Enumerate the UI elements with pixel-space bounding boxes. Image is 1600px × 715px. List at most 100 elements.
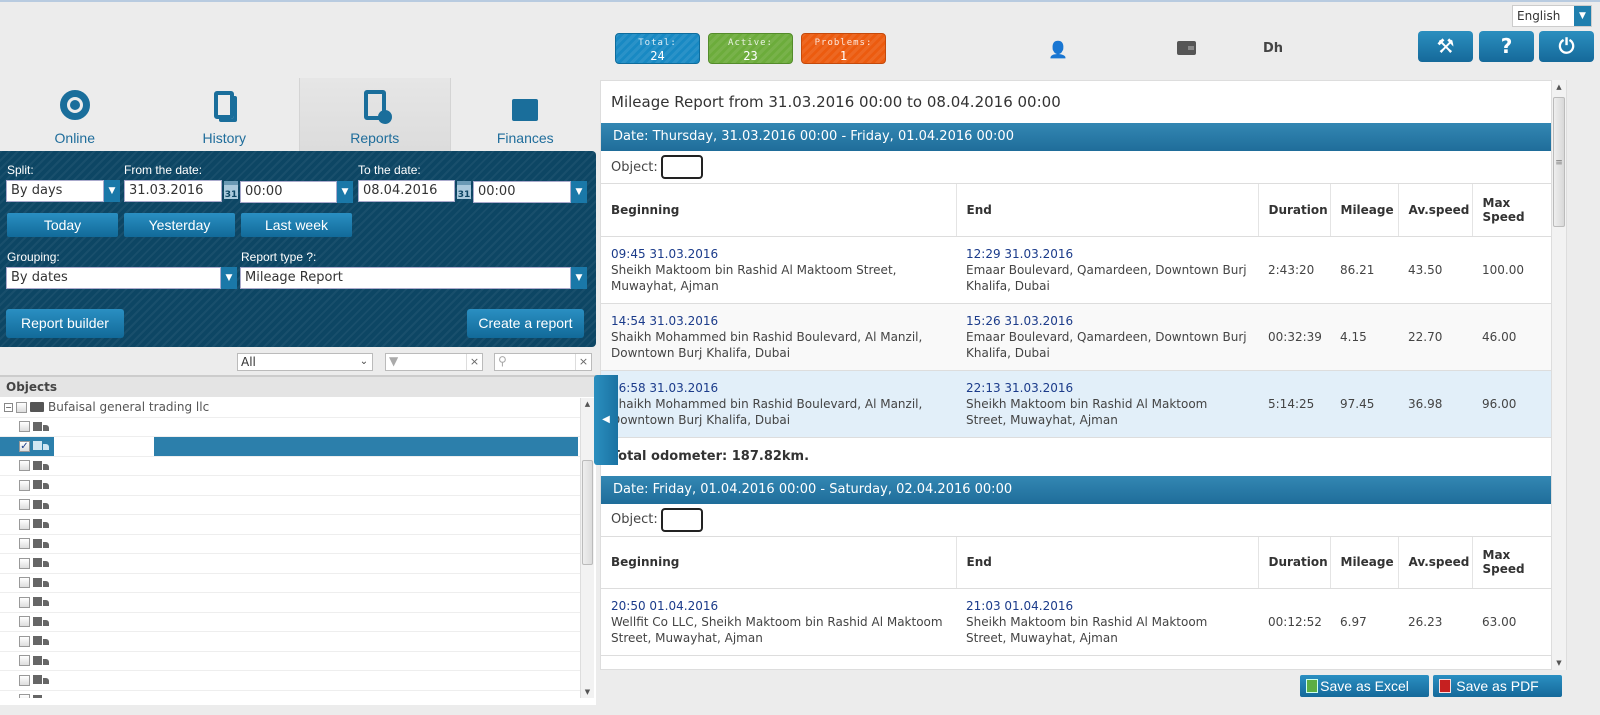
calendar-icon[interactable]: 31 <box>224 181 238 200</box>
object-checkbox[interactable] <box>19 635 30 647</box>
collapse-icon[interactable]: − <box>4 402 13 412</box>
object-row[interactable] <box>0 691 580 698</box>
active-badge[interactable]: Active: 23 <box>708 33 793 64</box>
object-checkbox[interactable] <box>19 655 30 667</box>
chevron-down-icon[interactable]: ▼ <box>571 267 587 289</box>
tab-history[interactable]: History <box>150 78 300 151</box>
object-row[interactable] <box>0 515 580 535</box>
object-row[interactable] <box>0 671 580 691</box>
chevron-down-icon[interactable]: ▼ <box>571 181 587 203</box>
yesterday-button[interactable]: Yesterday <box>124 213 235 237</box>
help-button[interactable]: ? <box>1479 31 1534 62</box>
object-checkbox[interactable] <box>19 421 30 433</box>
column-header[interactable]: End <box>956 536 1259 589</box>
scroll-thumb[interactable] <box>582 460 593 565</box>
end-time-link[interactable]: 12:29 31.03.2016 <box>966 246 1248 262</box>
column-header[interactable]: Duration <box>1258 184 1331 237</box>
split-select[interactable]: By days <box>6 180 104 202</box>
total-badge[interactable]: Total: 24 <box>615 33 700 64</box>
last-week-button[interactable]: Last week <box>241 213 352 237</box>
object-row[interactable] <box>0 593 580 613</box>
settings-button[interactable]: ⚒ <box>1418 31 1473 62</box>
save-excel-button[interactable]: Save as Excel <box>1300 675 1429 697</box>
report-builder-button[interactable]: Report builder <box>6 309 124 338</box>
object-row[interactable] <box>0 496 580 515</box>
object-checkbox[interactable] <box>19 674 30 686</box>
group-row[interactable]: − Bufaisal general trading llc <box>0 398 580 418</box>
scroll-thumb[interactable]: ≡ <box>1553 97 1565 227</box>
object-checkbox[interactable] <box>19 518 30 530</box>
begin-time-link[interactable]: 09:45 31.03.2016 <box>611 246 946 262</box>
begin-time-link[interactable]: 16:58 31.03.2016 <box>611 380 946 396</box>
today-button[interactable]: Today <box>7 213 118 237</box>
group-filter-select[interactable]: All ⌄ <box>237 353 373 371</box>
end-time-link[interactable]: 21:03 01.04.2016 <box>966 598 1248 614</box>
column-header[interactable]: Duration <box>1258 536 1331 589</box>
column-header[interactable]: Av.speed <box>1398 184 1473 237</box>
column-header[interactable]: Beginning <box>601 184 957 237</box>
object-row[interactable] <box>0 554 580 574</box>
to-date-input[interactable]: 08.04.2016 <box>358 180 455 202</box>
column-header[interactable]: Beginning <box>601 536 957 589</box>
trip-row[interactable]: 16:58 31.03.2016 Shaikh Mohammed bin Rash… <box>601 370 1566 438</box>
report-scrollbar[interactable]: ▲ ≡ ▼ <box>1551 80 1566 670</box>
chevron-down-icon[interactable]: ▼ <box>337 181 353 203</box>
problems-badge[interactable]: Problems: 1 <box>801 33 886 64</box>
object-checkbox[interactable] <box>19 577 30 589</box>
object-row[interactable] <box>0 418 580 437</box>
from-date-input[interactable]: 31.03.2016 <box>124 180 222 202</box>
clear-search-icon[interactable]: × <box>575 354 591 370</box>
column-header[interactable]: Mileage <box>1330 536 1399 589</box>
trip-row[interactable]: 09:45 31.03.2016 Sheikh Maktoom bin Rashi… <box>601 236 1566 304</box>
to-time-input[interactable]: 00:00 <box>473 181 571 203</box>
object-checkbox[interactable] <box>19 538 30 550</box>
wallet-icon[interactable] <box>1177 41 1196 55</box>
objects-scrollbar[interactable]: ▲ ▼ <box>580 398 594 698</box>
object-checkbox[interactable] <box>19 557 30 569</box>
object-row[interactable] <box>0 652 580 671</box>
from-time-input[interactable]: 00:00 <box>240 181 337 203</box>
search-input[interactable]: ⚲ × <box>494 353 592 371</box>
object-checkbox[interactable] <box>19 460 30 472</box>
object-checkbox[interactable] <box>19 616 30 628</box>
object-checkbox[interactable] <box>19 694 30 698</box>
object-row[interactable]: ✓ <box>0 437 580 457</box>
trip-row[interactable]: 20:50 01.04.2016 Wellfit Co LLC, Sheikh M… <box>601 588 1566 656</box>
end-time-link[interactable]: 15:26 31.03.2016 <box>966 313 1248 329</box>
begin-time-link[interactable]: 14:54 31.03.2016 <box>611 313 946 329</box>
grouping-select[interactable]: By dates <box>6 267 221 289</box>
object-row[interactable] <box>0 476 580 496</box>
object-row[interactable] <box>0 574 580 593</box>
column-header[interactable]: End <box>956 184 1259 237</box>
column-header[interactable]: Av.speed <box>1398 536 1473 589</box>
tab-finances[interactable]: Finances <box>451 78 601 151</box>
tab-reports[interactable]: Reports <box>299 78 451 151</box>
calendar-icon[interactable]: 31 <box>457 181 471 200</box>
tab-online[interactable]: Online <box>0 78 150 151</box>
object-checkbox[interactable]: ✓ <box>19 440 30 452</box>
clear-filter-icon[interactable]: × <box>466 354 482 370</box>
save-pdf-button[interactable]: Save as PDF <box>1433 675 1562 697</box>
scroll-up-icon[interactable]: ▲ <box>581 400 594 408</box>
scroll-up-icon[interactable]: ▲ <box>1552 83 1566 91</box>
scroll-down-icon[interactable]: ▼ <box>1552 659 1566 667</box>
begin-time-link[interactable]: 20:50 01.04.2016 <box>611 598 946 614</box>
object-row[interactable] <box>0 535 580 554</box>
group-checkbox[interactable] <box>16 401 27 413</box>
object-row[interactable] <box>0 613 580 632</box>
object-row[interactable] <box>0 632 580 652</box>
chevron-down-icon[interactable]: ▼ <box>104 180 120 202</box>
column-header[interactable]: Mileage <box>1330 184 1399 237</box>
trip-row[interactable]: 14:54 31.03.2016 Shaikh Mohammed bin Rash… <box>601 303 1566 371</box>
user-icon[interactable]: 👤 <box>1048 40 1068 59</box>
object-checkbox[interactable] <box>19 596 30 608</box>
object-checkbox[interactable] <box>19 479 30 491</box>
scroll-down-icon[interactable]: ▼ <box>581 688 594 696</box>
chevron-down-icon[interactable]: ▼ <box>221 267 237 289</box>
language-select[interactable]: English ▼ <box>1512 5 1592 27</box>
object-row[interactable] <box>0 457 580 476</box>
object-checkbox[interactable] <box>19 499 30 511</box>
create-report-button[interactable]: Create a report <box>467 309 584 338</box>
end-time-link[interactable]: 22:13 31.03.2016 <box>966 380 1248 396</box>
logout-button[interactable]: ⏻ <box>1539 31 1594 62</box>
